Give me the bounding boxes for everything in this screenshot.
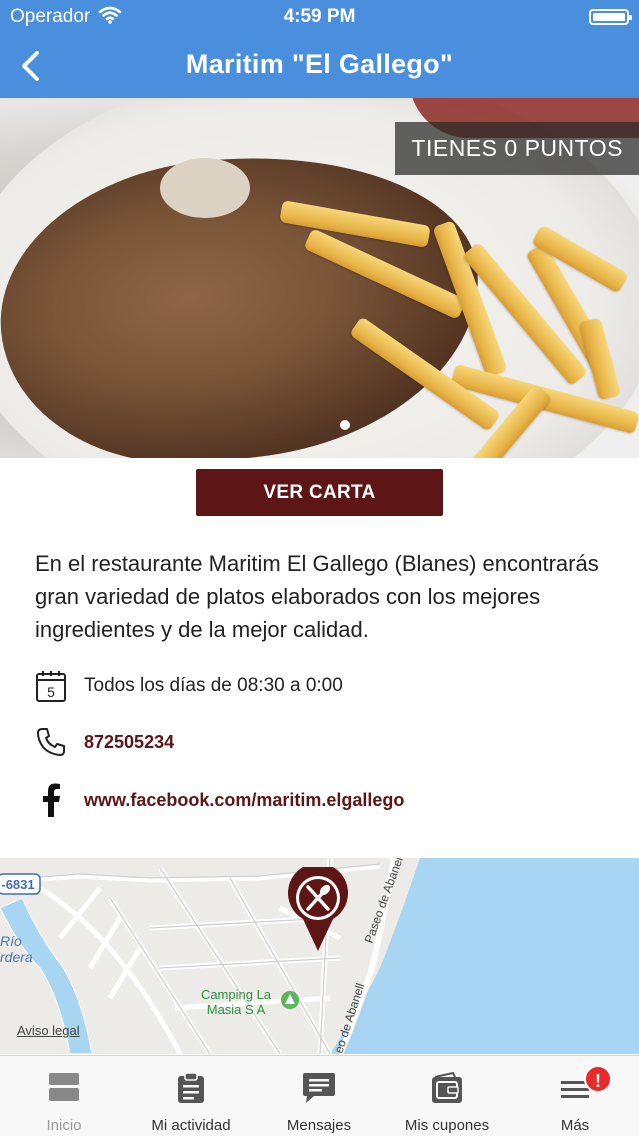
home-cards-icon	[0, 1072, 128, 1106]
legal-notice-link[interactable]: Aviso legal	[17, 1023, 80, 1038]
tab-label: Mis cupones	[404, 1117, 490, 1134]
location-map[interactable]: -6831 Río rdera Paseo de Abanell eo de A…	[0, 858, 639, 1054]
clipboard-icon	[127, 1072, 255, 1106]
tab-mis-cupones[interactable]: Mis cupones	[383, 1056, 511, 1137]
schedule-text: Todos los días de 08:30 a 0:00	[84, 675, 343, 696]
poi-label: Camping La	[201, 987, 272, 1002]
tab-label: Más	[560, 1117, 590, 1134]
poi-label: Masia S A	[207, 1002, 266, 1017]
page-title: Maritim "El Gallego"	[185, 49, 454, 79]
calendar-day: 5	[47, 684, 55, 700]
battery-icon	[589, 9, 632, 25]
facebook-row[interactable]: www.facebook.com/maritim.elgallego	[33, 780, 404, 820]
phone-icon	[33, 724, 69, 760]
restaurant-map-pin[interactable]	[287, 867, 349, 951]
tab-mensajes[interactable]: Mensajes	[255, 1056, 383, 1137]
notification-badge: !	[584, 1065, 612, 1093]
calendar-icon: 5	[33, 668, 69, 704]
view-menu-button[interactable]: VER CARTA	[196, 469, 443, 516]
river-label: Río	[0, 933, 22, 949]
phone-row[interactable]: 872505234	[33, 722, 174, 762]
tab-mas[interactable]: Más	[511, 1056, 639, 1137]
clock: 4:59 PM	[283, 6, 356, 27]
restaurant-pin-icon	[288, 867, 348, 951]
message-icon	[255, 1072, 383, 1106]
facebook-link[interactable]: www.facebook.com/maritim.elgallego	[84, 790, 404, 811]
navigation-bar: Maritim "El Gallego"	[0, 34, 639, 98]
river-label: rdera	[0, 949, 33, 965]
road-label: -6831	[1, 877, 34, 892]
phone-link[interactable]: 872505234	[84, 732, 174, 753]
tab-label: Inicio	[46, 1117, 82, 1134]
status-bar: Operador 4:59 PM	[0, 0, 639, 34]
wallet-icon	[383, 1072, 511, 1106]
menu-icon	[511, 1072, 639, 1106]
tab-mi-actividad[interactable]: Mi actividad	[127, 1056, 255, 1137]
facebook-icon	[33, 782, 69, 818]
points-badge: TIENES 0 PUNTOS	[395, 122, 639, 175]
tab-bar: Inicio Mi actividad Mensajes Mis cupones…	[0, 1055, 639, 1136]
tab-label: Mi actividad	[151, 1117, 231, 1134]
schedule-row: 5 Todos los días de 08:30 a 0:00	[33, 666, 343, 706]
bone-shape	[160, 158, 250, 218]
carousel-page-indicator[interactable]	[340, 420, 350, 430]
tab-label: Mensajes	[286, 1117, 352, 1134]
restaurant-description: En el restaurante Maritim El Gallego (Bl…	[35, 551, 599, 642]
tab-inicio[interactable]: Inicio	[0, 1056, 128, 1137]
